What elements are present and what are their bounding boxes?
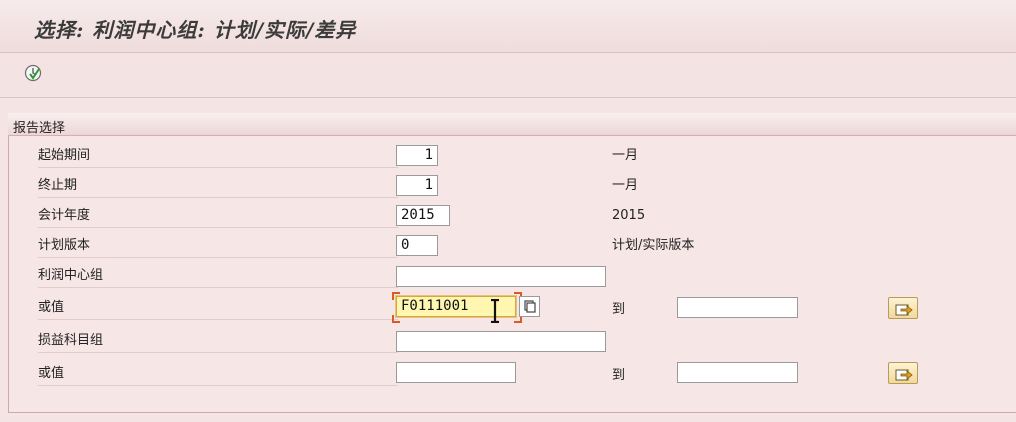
- plan-version-desc: 计划/实际版本: [612, 238, 695, 253]
- account-to-label: 到: [612, 368, 626, 383]
- start-period-label: 起始期间: [38, 146, 398, 168]
- fiscal-year-label: 会计年度: [38, 206, 398, 228]
- profit-center-group-input[interactable]: [396, 266, 606, 287]
- profit-center-to-input[interactable]: [677, 297, 798, 318]
- plan-version-input[interactable]: 0: [396, 235, 438, 256]
- page-title: 选择: 利润中心组: 计划/实际/差异: [34, 18, 357, 42]
- profit-center-to-label: 到: [612, 302, 626, 317]
- account-group-input[interactable]: [396, 331, 606, 352]
- execute-icon[interactable]: [24, 64, 42, 82]
- account-or-value-label: 或值: [38, 364, 398, 386]
- multiple-selection-button[interactable]: [888, 297, 918, 319]
- fiscal-year-desc: 2015: [612, 208, 646, 223]
- value-help-icon: [524, 300, 536, 313]
- profit-center-group-label: 利润中心组: [38, 266, 398, 288]
- fiscal-year-input[interactable]: 2015: [396, 205, 450, 226]
- plan-version-label: 计划版本: [38, 236, 398, 258]
- multiple-selection-arrow-icon: [895, 304, 913, 316]
- account-or-value-input[interactable]: [396, 362, 516, 383]
- focus-corner: [392, 292, 400, 300]
- text-cursor-icon: [491, 299, 499, 323]
- frame-header: [8, 113, 1016, 136]
- start-period-input[interactable]: 1: [396, 145, 438, 166]
- matchcode-button[interactable]: [519, 296, 540, 317]
- account-to-input[interactable]: [677, 362, 798, 383]
- multiple-selection-button[interactable]: [888, 362, 918, 384]
- end-period-desc: 一月: [612, 178, 639, 193]
- start-period-desc: 一月: [612, 148, 639, 163]
- account-group-label: 损益科目组: [38, 331, 398, 353]
- frame-title: 报告选择: [13, 121, 66, 136]
- focus-corner: [392, 315, 400, 323]
- end-period-label: 终止期: [38, 176, 398, 198]
- end-period-input[interactable]: 1: [396, 175, 438, 196]
- application-toolbar: [0, 53, 1016, 98]
- profit-center-or-value-label: 或值: [38, 298, 398, 320]
- multiple-selection-arrow-icon: [895, 369, 913, 381]
